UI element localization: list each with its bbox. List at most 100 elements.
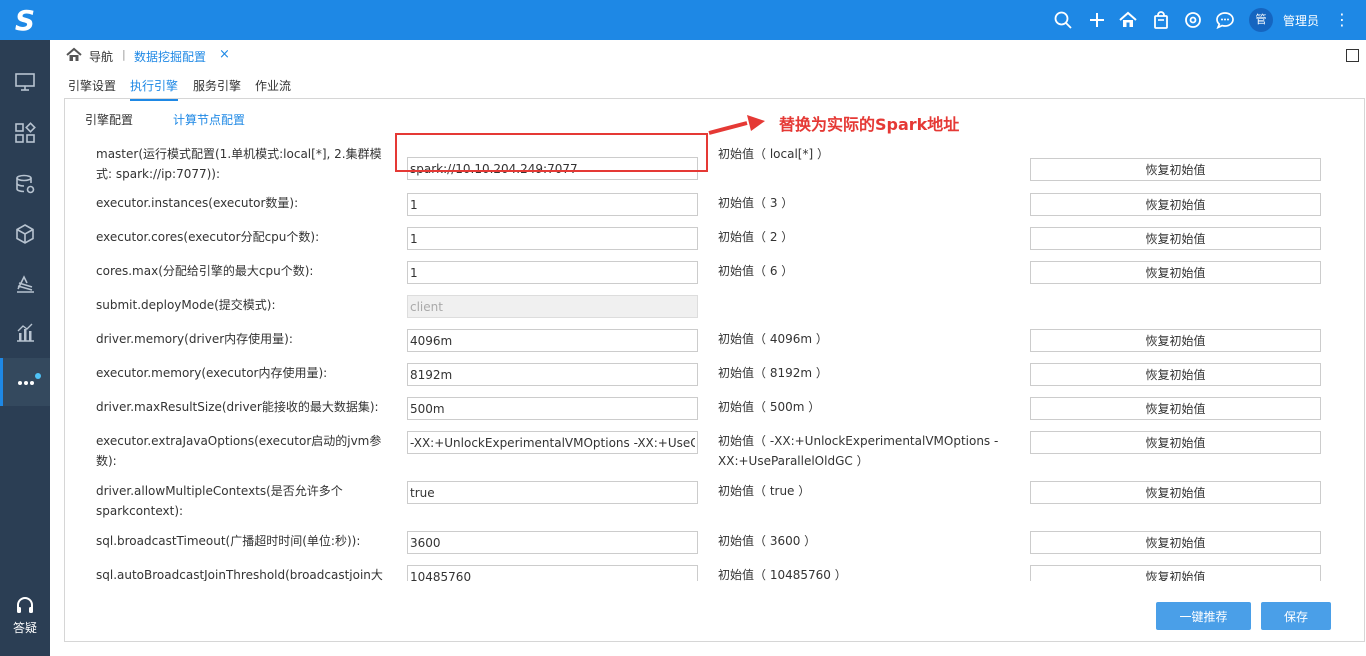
more-menu-button[interactable]: ⋮ <box>1334 10 1350 30</box>
username[interactable]: 管理员 <box>1283 12 1319 29</box>
param-label: executor.memory(executor内存使用量): <box>96 366 328 380</box>
param-input[interactable] <box>407 329 698 352</box>
breadcrumb: 导航 | 数据挖掘配置 × <box>50 40 1366 70</box>
logo-letter: S <box>14 3 36 37</box>
reset-button[interactable]: 恢复初始值 <box>1030 363 1321 386</box>
tab-engine-settings[interactable]: 引擎设置 <box>68 77 116 94</box>
param-label: master(运行模式配置(1.单机模式:local[*], 2.集群模式: s… <box>96 147 382 181</box>
reset-button[interactable]: 恢复初始值 <box>1030 481 1321 504</box>
reset-button[interactable]: 恢复初始值 <box>1030 431 1321 454</box>
reset-button[interactable]: 恢复初始值 <box>1030 397 1321 420</box>
initial-value: 初始值（ 3600 ） <box>718 534 817 548</box>
sidebar-item-analysis[interactable] <box>0 260 50 308</box>
settings-button[interactable] <box>1183 10 1203 30</box>
param-label: sql.autoBroadcastJoinThreshold(broadcast… <box>96 568 383 581</box>
left-sidebar: S 答疑 <box>0 0 50 656</box>
reset-button[interactable]: 恢复初始值 <box>1030 531 1321 554</box>
subtab-engine-config[interactable]: 引擎配置 <box>85 111 133 128</box>
initial-value: 初始值（ 8192m ） <box>718 366 828 380</box>
sidebar-item-reports[interactable] <box>0 309 50 357</box>
shopping-bag-icon <box>1154 11 1168 29</box>
annotation-text: 替换为实际的Spark地址 <box>779 115 960 134</box>
help-label: 答疑 <box>12 621 37 635</box>
one-click-recommend-button[interactable]: 一键推荐 <box>1156 602 1251 630</box>
apps-icon <box>15 122 36 143</box>
config-panel: 引擎配置 计算节点配置 master(运行模式配置(1.单机模式:local[*… <box>64 98 1365 642</box>
initial-value: 初始值（ 3 ） <box>718 196 794 210</box>
param-input[interactable] <box>407 565 698 581</box>
initial-value: 初始值（ 10485760 ） <box>718 568 847 581</box>
param-input[interactable] <box>407 261 698 284</box>
sidebar-item-dashboard[interactable] <box>0 58 50 106</box>
avatar[interactable]: 管 <box>1249 8 1273 32</box>
initial-value: 初始值（ 6 ） <box>718 264 794 278</box>
sidebar-item-apps[interactable] <box>0 109 50 157</box>
reset-button[interactable]: 恢复初始值 <box>1030 565 1321 581</box>
chat-icon <box>1216 12 1234 30</box>
monitor-icon <box>15 73 35 91</box>
tab-service-engine[interactable]: 服务引擎 <box>193 77 241 94</box>
reset-button[interactable]: 恢复初始值 <box>1030 227 1321 250</box>
param-label: sql.broadcastTimeout(广播超时时间(单位:秒)): <box>96 534 361 548</box>
sidebar-item-more[interactable] <box>0 358 50 406</box>
notification-dot <box>35 373 41 379</box>
param-label: driver.maxResultSize(driver能接收的最大数据集): <box>96 400 379 414</box>
param-input[interactable] <box>407 481 698 504</box>
breadcrumb-nav[interactable]: 导航 <box>89 48 113 65</box>
param-label: executor.extraJavaOptions(executor启动的jvm… <box>96 434 382 468</box>
help-button[interactable]: 答疑 <box>0 596 50 636</box>
param-input[interactable] <box>407 531 698 554</box>
initial-value: 初始值（ 2 ） <box>718 230 794 244</box>
cube-icon <box>16 224 34 244</box>
home-icon <box>1119 11 1137 27</box>
breadcrumb-current-tab[interactable]: 数据挖掘配置 <box>134 48 206 65</box>
reset-button[interactable]: 恢复初始值 <box>1030 193 1321 216</box>
param-input-disabled <box>407 295 698 318</box>
plus-icon <box>1090 13 1104 27</box>
param-label: executor.instances(executor数量): <box>96 196 299 210</box>
initial-value: 初始值（ true ） <box>718 484 811 498</box>
app-logo[interactable]: S <box>0 0 50 40</box>
sidebar-item-database[interactable] <box>0 160 50 208</box>
save-button[interactable]: 保存 <box>1261 602 1331 630</box>
top-header: 管 管理员 ⋮ <box>50 0 1366 40</box>
param-input[interactable] <box>407 431 698 454</box>
sidebar-item-model[interactable] <box>0 210 50 258</box>
home-button[interactable] <box>1118 10 1138 30</box>
highlight-box <box>395 133 708 172</box>
param-input[interactable] <box>407 193 698 216</box>
database-icon <box>16 174 35 194</box>
message-button[interactable] <box>1215 10 1235 30</box>
initial-value: 初始值（ -XX:+UnlockExperimentalVMOptions -X… <box>718 434 999 468</box>
config-rows: master(运行模式配置(1.单机模式:local[*], 2.集群模式: s… <box>65 129 1364 581</box>
search-button[interactable] <box>1053 10 1073 30</box>
param-label: cores.max(分配给引擎的最大cpu个数): <box>96 264 314 278</box>
param-label: driver.memory(driver内存使用量): <box>96 332 293 346</box>
param-label: submit.deployMode(提交模式): <box>96 298 276 312</box>
initial-value: 初始值（ 4096m ） <box>718 332 828 346</box>
kebab-icon: ⋮ <box>1334 10 1350 29</box>
param-label: driver.allowMultipleContexts(是否允许多个spark… <box>96 484 343 518</box>
param-input[interactable] <box>407 227 698 250</box>
home-icon[interactable] <box>66 47 82 63</box>
close-tab-icon[interactable]: × <box>219 47 230 62</box>
param-input[interactable] <box>407 363 698 386</box>
tab-workflow[interactable]: 作业流 <box>255 77 291 94</box>
add-button[interactable] <box>1087 10 1107 30</box>
param-input[interactable] <box>407 397 698 420</box>
initial-value: 初始值（ 500m ） <box>718 400 821 414</box>
gear-icon <box>1185 12 1201 28</box>
shop-button[interactable] <box>1151 10 1171 30</box>
reset-button[interactable]: 恢复初始值 <box>1030 158 1321 181</box>
reset-button[interactable]: 恢复初始值 <box>1030 261 1321 284</box>
breadcrumb-separator: | <box>122 48 126 61</box>
maximize-icon[interactable] <box>1346 49 1359 62</box>
param-label: executor.cores(executor分配cpu个数): <box>96 230 320 244</box>
initial-value: 初始值（ local[*] ） <box>718 147 829 161</box>
subtab-compute-node-config[interactable]: 计算节点配置 <box>173 111 245 128</box>
bar-chart-icon <box>17 323 34 342</box>
headset-icon <box>17 597 33 613</box>
layers-chart-icon <box>17 275 34 293</box>
search-icon <box>1054 11 1072 29</box>
reset-button[interactable]: 恢复初始值 <box>1030 329 1321 352</box>
